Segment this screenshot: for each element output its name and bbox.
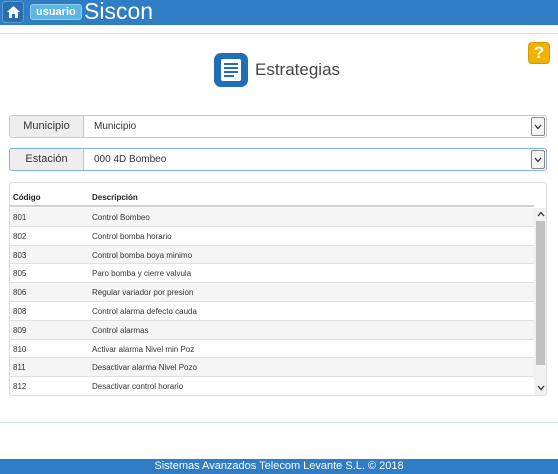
cell-codigo: 801 — [13, 213, 27, 222]
table-row[interactable]: 803 Control bomba boya minimo — [10, 245, 534, 265]
table-row[interactable]: 801 Control Bombeo — [10, 208, 534, 227]
estacion-label: Estación — [10, 149, 84, 170]
table-row[interactable]: 809 Control alarmas — [10, 320, 534, 340]
table-row[interactable]: 810 Activar alarma Nivel min Poz — [10, 340, 534, 359]
divider — [0, 33, 558, 34]
cell-codigo: 803 — [13, 250, 27, 260]
column-header-codigo[interactable]: Código — [13, 193, 41, 202]
page-title: Estrategias — [255, 60, 341, 79]
cell-descripcion: Control alarmas — [92, 325, 149, 335]
scroll-down-icon[interactable] — [537, 384, 545, 392]
estacion-value[interactable]: 000 4D Bombeo — [84, 149, 531, 170]
municipio-select[interactable]: Municipio Municipio — [9, 115, 547, 138]
table-row[interactable]: 802 Control bomba horario — [10, 227, 534, 246]
strategies-table: Código Descripción 801 Control Bombeo 802… — [9, 182, 547, 396]
cell-descripcion: Paro bomba y cierre valvula — [92, 269, 192, 279]
column-header-descripcion[interactable]: Descripción — [92, 193, 138, 202]
cell-codigo: 808 — [13, 306, 27, 316]
cell-codigo: 810 — [13, 344, 27, 354]
municipio-value[interactable]: Municipio — [84, 116, 531, 137]
chevron-down-icon[interactable] — [531, 117, 545, 136]
cell-descripcion: Control bomba boya minimo — [92, 250, 193, 260]
cell-codigo: 811 — [13, 363, 26, 373]
table-row[interactable]: 806 Regular variador por presion — [10, 283, 534, 302]
divider — [0, 422, 558, 423]
table-row[interactable]: 812 Desactivar control horario — [10, 377, 534, 395]
municipio-label: Municipio — [10, 116, 84, 137]
home-icon — [6, 6, 20, 18]
table-row[interactable]: 805 Paro bomba y cierre valvula — [10, 264, 534, 284]
help-button[interactable]: ? — [528, 42, 550, 64]
chevron-down-icon[interactable] — [531, 150, 545, 169]
app-title: Siscon — [84, 0, 154, 24]
table-row[interactable]: 808 Control alarma defecto cauda — [10, 302, 534, 321]
footer: Sistemas Avanzados Telecom Levante S.L. … — [0, 459, 558, 474]
cell-descripcion: Desactivar alarma Nivel Pozo — [92, 363, 197, 373]
scroll-up-icon[interactable] — [537, 210, 545, 218]
estacion-select[interactable]: Estación 000 4D Bombeo — [9, 148, 547, 171]
table-scrollbar[interactable] — [534, 208, 546, 395]
cell-codigo: 812 — [13, 382, 27, 392]
user-badge[interactable]: usuario — [30, 4, 82, 20]
cell-descripcion: Control bomba horario — [92, 231, 172, 241]
cell-descripcion: Control Bombeo — [92, 213, 150, 222]
page-header: Estrategias — [214, 53, 340, 87]
cell-codigo: 806 — [13, 288, 27, 298]
home-button[interactable] — [2, 1, 24, 23]
cell-codigo: 802 — [13, 231, 27, 241]
table-header: Código Descripción — [10, 183, 534, 207]
cell-descripcion: Control alarma defecto cauda — [92, 306, 197, 316]
cell-descripcion: Desactivar control horario — [92, 382, 184, 392]
cell-codigo: 805 — [13, 269, 27, 279]
scrollbar-thumb[interactable] — [536, 221, 545, 365]
top-bar: usuario Siscon — [0, 0, 558, 25]
cell-descripcion: Activar alarma Nivel min Poz — [92, 344, 195, 354]
table-body: 801 Control Bombeo 802 Control bomba horar… — [10, 208, 534, 395]
cell-descripcion: Regular variador por presion — [92, 288, 194, 298]
table-row[interactable]: 811 Desactivar alarma Nivel Pozo — [10, 358, 534, 378]
cell-codigo: 809 — [13, 325, 27, 335]
document-icon — [214, 53, 248, 87]
